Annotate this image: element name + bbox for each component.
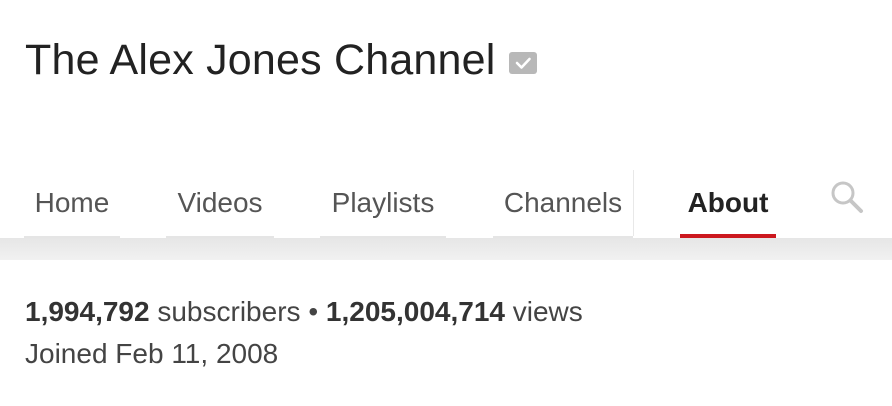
stats-separator: • — [308, 296, 319, 327]
subscribers-label: subscribers — [157, 296, 301, 327]
search-icon[interactable] — [828, 178, 866, 216]
channel-tabs: Home Videos Playlists Channels About — [0, 168, 892, 241]
tab-videos-label: Videos — [177, 187, 263, 218]
channel-stats: 1,994,792 subscribers • 1,205,004,714 vi… — [25, 296, 583, 328]
views-label: views — [512, 296, 583, 327]
tab-playlists-label: Playlists — [331, 187, 435, 218]
tab-channels-label: Channels — [503, 187, 623, 218]
channel-header: The Alex Jones Channel — [25, 36, 537, 85]
tab-home[interactable]: Home — [24, 168, 120, 238]
tab-home-label: Home — [34, 187, 110, 218]
verified-check-icon — [508, 51, 537, 74]
tab-separator — [633, 170, 634, 236]
channel-page: The Alex Jones Channel Home Videos Playl… — [0, 0, 892, 406]
tab-about[interactable]: About — [680, 168, 776, 241]
joined-date: Joined Feb 11, 2008 — [25, 338, 279, 369]
tabs-bottom-band — [0, 238, 892, 260]
channel-title[interactable]: The Alex Jones Channel — [25, 36, 496, 85]
tab-about-label: About — [687, 187, 769, 218]
tab-videos[interactable]: Videos — [166, 168, 274, 238]
subscribers-count: 1,994,792 — [25, 296, 150, 327]
tab-playlists[interactable]: Playlists — [320, 168, 446, 238]
views-count: 1,205,004,714 — [325, 296, 505, 327]
tab-channels[interactable]: Channels — [493, 168, 633, 238]
